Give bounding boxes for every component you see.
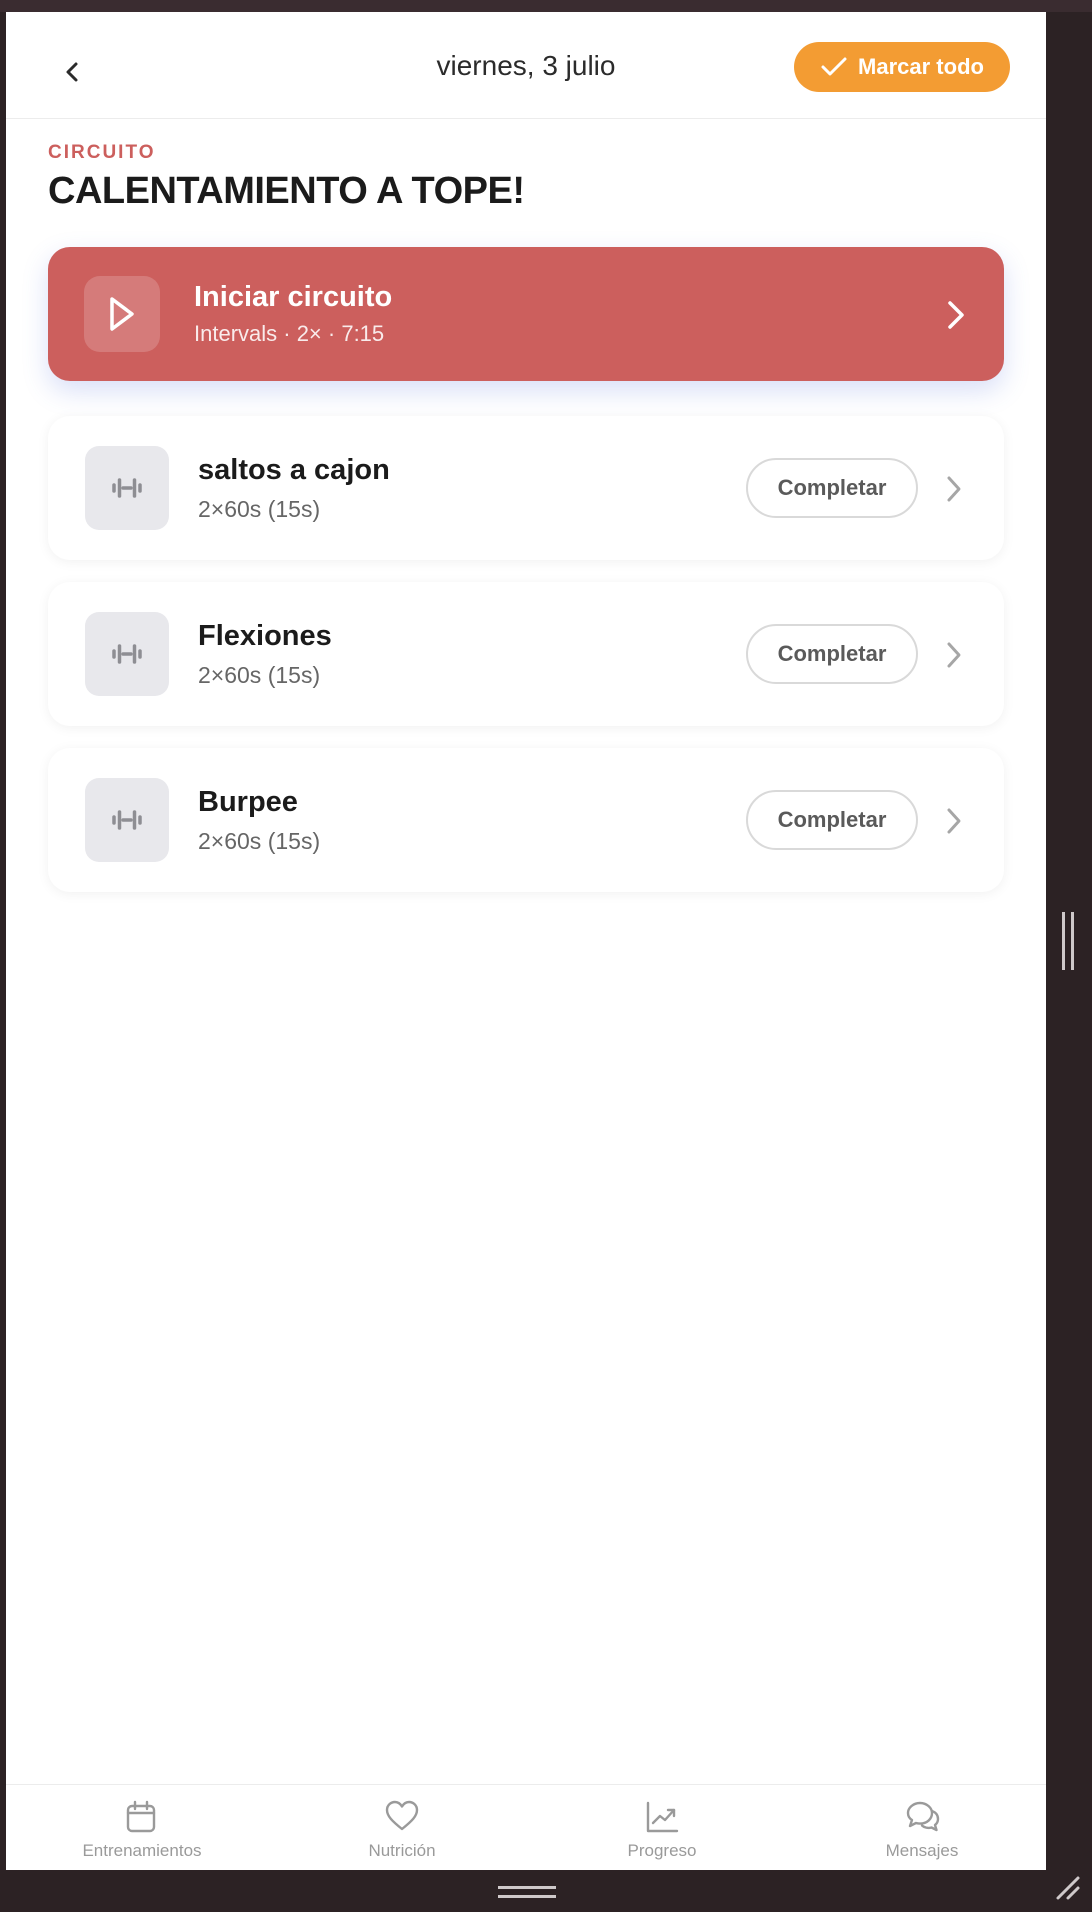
tab-progreso[interactable]: Progreso xyxy=(562,1785,762,1870)
mark-all-button[interactable]: Marcar todo xyxy=(794,42,1010,92)
tab-label: Entrenamientos xyxy=(82,1841,202,1860)
start-circuit-subtitle: Intervals · 2× · 7:15 xyxy=(194,321,385,346)
resize-grip-icon[interactable] xyxy=(1052,1872,1082,1902)
tab-label: Mensajes xyxy=(885,1841,959,1860)
workout-title: CALENTAMIENTO A TOPE! xyxy=(48,170,525,212)
app-window: viernes, 3 julio Marcar todo CIRCUITO CA… xyxy=(6,12,1046,1870)
dumbbell-icon xyxy=(112,810,142,830)
mark-all-label: Marcar todo xyxy=(858,54,984,79)
chevron-right-icon xyxy=(947,642,961,668)
dumbbell-icon xyxy=(112,644,142,664)
exercise-card[interactable]: Burpee 2×60s (15s) Completar xyxy=(48,748,1004,892)
dumbbell-icon xyxy=(112,478,142,498)
exercise-name: Flexiones xyxy=(198,620,332,652)
exercise-thumbnail xyxy=(85,612,169,696)
chevron-right-icon xyxy=(947,808,961,834)
back-button[interactable] xyxy=(44,44,100,100)
chevron-right-icon xyxy=(947,476,961,502)
tab-mensajes[interactable]: Mensajes xyxy=(822,1785,1022,1870)
chevron-right-icon xyxy=(948,301,964,329)
start-icon-box xyxy=(84,276,160,352)
start-circuit-title: Iniciar circuito xyxy=(194,281,393,313)
exercise-thumbnail xyxy=(85,778,169,862)
chat-bubbles-icon xyxy=(906,1801,940,1832)
exercise-thumbnail xyxy=(85,446,169,530)
complete-button[interactable]: Completar xyxy=(746,624,918,684)
play-icon xyxy=(110,297,134,331)
complete-button[interactable]: Completar xyxy=(746,790,918,850)
calendar-icon xyxy=(126,1800,156,1833)
window-top-strip xyxy=(0,0,1092,12)
bottom-drag-handle[interactable] xyxy=(498,1886,556,1898)
start-circuit-card[interactable]: Iniciar circuito Intervals · 2× · 7:15 xyxy=(48,247,1004,381)
workout-type-label: CIRCUITO xyxy=(48,142,156,163)
exercise-name: saltos a cajon xyxy=(198,454,390,486)
complete-button[interactable]: Completar xyxy=(746,458,918,518)
tab-nutricion[interactable]: Nutrición xyxy=(302,1785,502,1870)
heart-icon xyxy=(385,1800,419,1831)
exercise-name: Burpee xyxy=(198,786,298,818)
tab-label: Nutrición xyxy=(368,1841,436,1860)
exercise-card[interactable]: saltos a cajon 2×60s (15s) Completar xyxy=(48,416,1004,560)
checkmark-icon xyxy=(821,57,847,76)
tab-label: Progreso xyxy=(627,1841,697,1860)
header: viernes, 3 julio Marcar todo xyxy=(6,12,1046,119)
exercise-detail: 2×60s (15s) xyxy=(198,828,321,854)
bottom-tab-bar: Entrenamientos Nutrición Progreso Mensaj… xyxy=(6,1784,1046,1870)
date-title: viernes, 3 julio xyxy=(436,50,616,81)
chart-trend-icon xyxy=(646,1801,679,1833)
tab-entrenamientos[interactable]: Entrenamientos xyxy=(42,1785,242,1870)
side-drag-handle[interactable] xyxy=(1062,912,1074,970)
exercise-detail: 2×60s (15s) xyxy=(198,496,321,522)
exercise-detail: 2×60s (15s) xyxy=(198,662,321,688)
chevron-left-icon xyxy=(66,62,78,82)
exercise-card[interactable]: Flexiones 2×60s (15s) Completar xyxy=(48,582,1004,726)
